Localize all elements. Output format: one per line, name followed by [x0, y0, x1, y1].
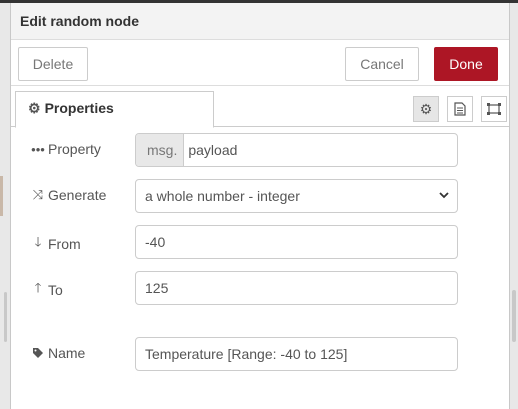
property-typed-input[interactable]: msg. payload — [135, 133, 458, 167]
background-node-accent — [0, 176, 3, 216]
appearance-tab-button[interactable] — [481, 96, 507, 122]
dialog-toolbar: Delete Cancel Done — [11, 40, 509, 86]
generate-label: Generate — [48, 187, 107, 203]
name-label: Name — [48, 345, 86, 361]
property-type-selector[interactable]: msg. — [136, 134, 185, 166]
ellipsis-icon: ••• — [31, 141, 45, 157]
chevron-down-icon — [439, 192, 449, 199]
from-value: -40 — [145, 234, 166, 250]
name-value: Temperature [Range: -40 to 125] — [145, 346, 348, 362]
document-icon — [454, 102, 466, 116]
settings-tab-button[interactable]: ⚙ — [413, 96, 439, 122]
dialog-title: Edit random node — [11, 3, 509, 40]
description-tab-button[interactable] — [447, 96, 473, 122]
gear-icon: ⚙ — [419, 100, 433, 117]
property-row: ••• Property msg. payload — [11, 133, 511, 167]
generate-row: ⤨ Generate a whole number - integer — [11, 179, 511, 213]
generate-select[interactable]: a whole number - integer — [135, 179, 458, 213]
property-label: Property — [48, 141, 101, 157]
gear-icon: ⚙ — [28, 100, 41, 116]
tab-bar: ⚙ Properties ⚙ — [11, 91, 509, 128]
to-value: 125 — [145, 280, 169, 296]
right-scrollbar[interactable] — [512, 290, 516, 342]
cancel-button[interactable]: Cancel — [345, 47, 419, 81]
from-label: From — [48, 236, 81, 252]
to-row: 🡑 To 125 — [11, 271, 511, 305]
arrow-down-icon: 🡓 — [34, 234, 42, 249]
to-input[interactable]: 125 — [135, 271, 458, 305]
to-label: To — [48, 282, 63, 298]
delete-button[interactable]: Delete — [18, 47, 88, 81]
generate-selected-value: a whole number - integer — [145, 188, 300, 204]
shuffle-icon: ⤨ — [32, 187, 44, 202]
left-scrollbar[interactable] — [4, 292, 7, 342]
tag-icon — [31, 347, 45, 359]
tab-properties[interactable]: ⚙ Properties — [15, 91, 214, 128]
arrow-up-icon: 🡑 — [34, 280, 42, 295]
tab-properties-label: Properties — [44, 100, 114, 116]
from-row: 🡓 From -40 — [11, 225, 511, 259]
from-input[interactable]: -40 — [135, 225, 458, 259]
frame-icon — [487, 103, 501, 115]
done-button[interactable]: Done — [434, 47, 498, 81]
edit-dialog: Edit random node Delete Cancel Done ⚙ Pro… — [10, 3, 510, 409]
property-value[interactable]: payload — [184, 142, 237, 158]
name-row: Name Temperature [Range: -40 to 125] — [11, 337, 511, 371]
name-input[interactable]: Temperature [Range: -40 to 125] — [135, 337, 458, 371]
